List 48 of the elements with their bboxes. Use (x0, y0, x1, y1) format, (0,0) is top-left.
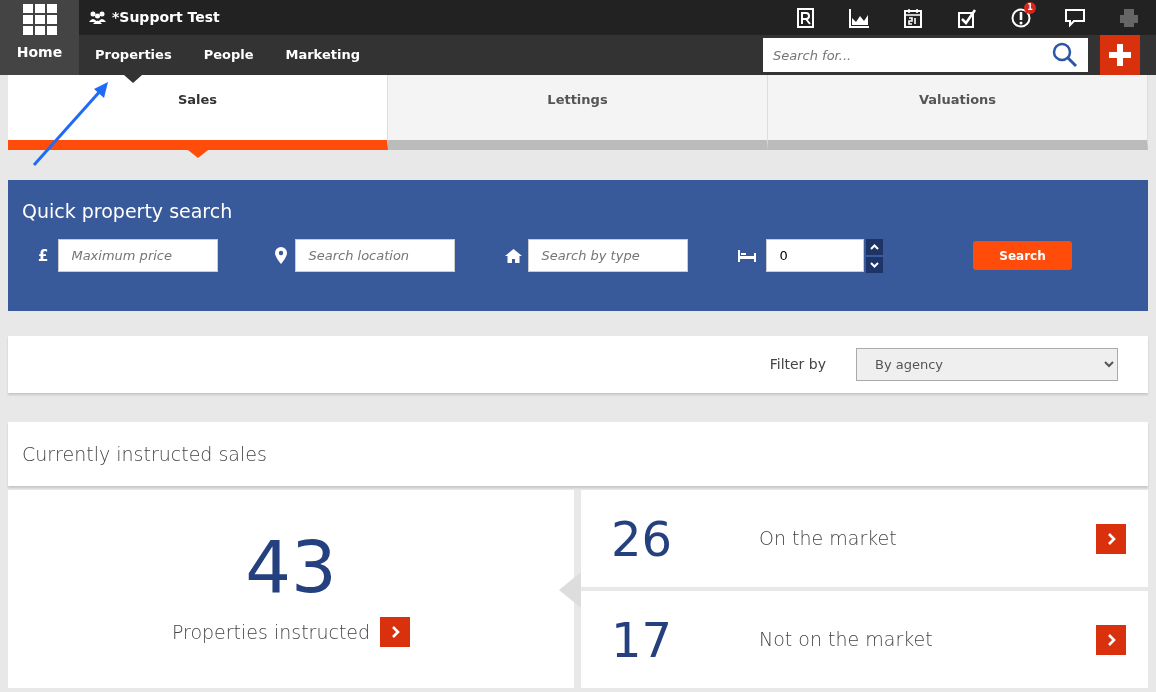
location-pin-icon (275, 247, 288, 265)
checkbox-icon (957, 7, 977, 28)
pointer-triangle (559, 572, 581, 608)
bedrooms-field[interactable]: 0 (766, 239, 865, 273)
tab[interactable]: Valuations (768, 75, 1148, 150)
open-button[interactable] (380, 617, 411, 647)
plus-icon (1109, 44, 1131, 66)
calendar-icon (903, 7, 923, 28)
nav-link[interactable]: Marketing (269, 35, 376, 75)
home-button[interactable]: Home (0, 0, 79, 75)
tab[interactable]: Lettings (388, 75, 768, 150)
search-icon (1052, 38, 1088, 72)
notification-badge: 1 (1024, 2, 1036, 14)
filter-dropdown[interactable]: By agency (856, 348, 1118, 381)
currency-label: £ (38, 245, 49, 267)
nav-link[interactable]: People (187, 35, 270, 75)
stat-label: On the market (759, 526, 897, 552)
bed-icon (738, 249, 757, 262)
location-field[interactable]: Search location (295, 239, 456, 273)
chart-icon (849, 7, 869, 28)
price-field[interactable]: Maximum price (58, 239, 219, 273)
chevron-right-icon (1106, 633, 1116, 646)
chevron-down-icon (870, 261, 880, 268)
open-button[interactable] (1096, 523, 1126, 554)
total-count: 43 (245, 531, 337, 603)
tab-pointer (187, 150, 208, 158)
toolbar-button[interactable]: 1 (994, 0, 1048, 35)
open-button[interactable] (1096, 624, 1126, 655)
stat-count: 26 (611, 514, 674, 563)
panel-title: Quick property search (22, 200, 234, 223)
people-icon (89, 11, 106, 24)
stat-label: Not on the market (759, 627, 933, 653)
stat-count: 17 (611, 615, 674, 664)
speech-bubble-icon (1065, 7, 1085, 28)
account-name: *Support Test (112, 8, 220, 27)
filter-label: Filter by (769, 355, 826, 374)
chevron-right-icon (1106, 532, 1116, 545)
chevron-right-icon (390, 626, 400, 638)
house-icon (505, 248, 523, 263)
registered-icon (795, 7, 815, 28)
increment-button[interactable] (866, 238, 884, 255)
total-label: Properties instructed (171, 619, 371, 645)
type-field[interactable]: Search by type (528, 239, 689, 273)
section-title: Currently instructed sales (22, 441, 267, 467)
add-button[interactable] (1100, 35, 1140, 75)
grid-icon (22, 4, 57, 36)
chevron-up-icon (870, 243, 880, 250)
decrement-button[interactable] (866, 256, 884, 273)
